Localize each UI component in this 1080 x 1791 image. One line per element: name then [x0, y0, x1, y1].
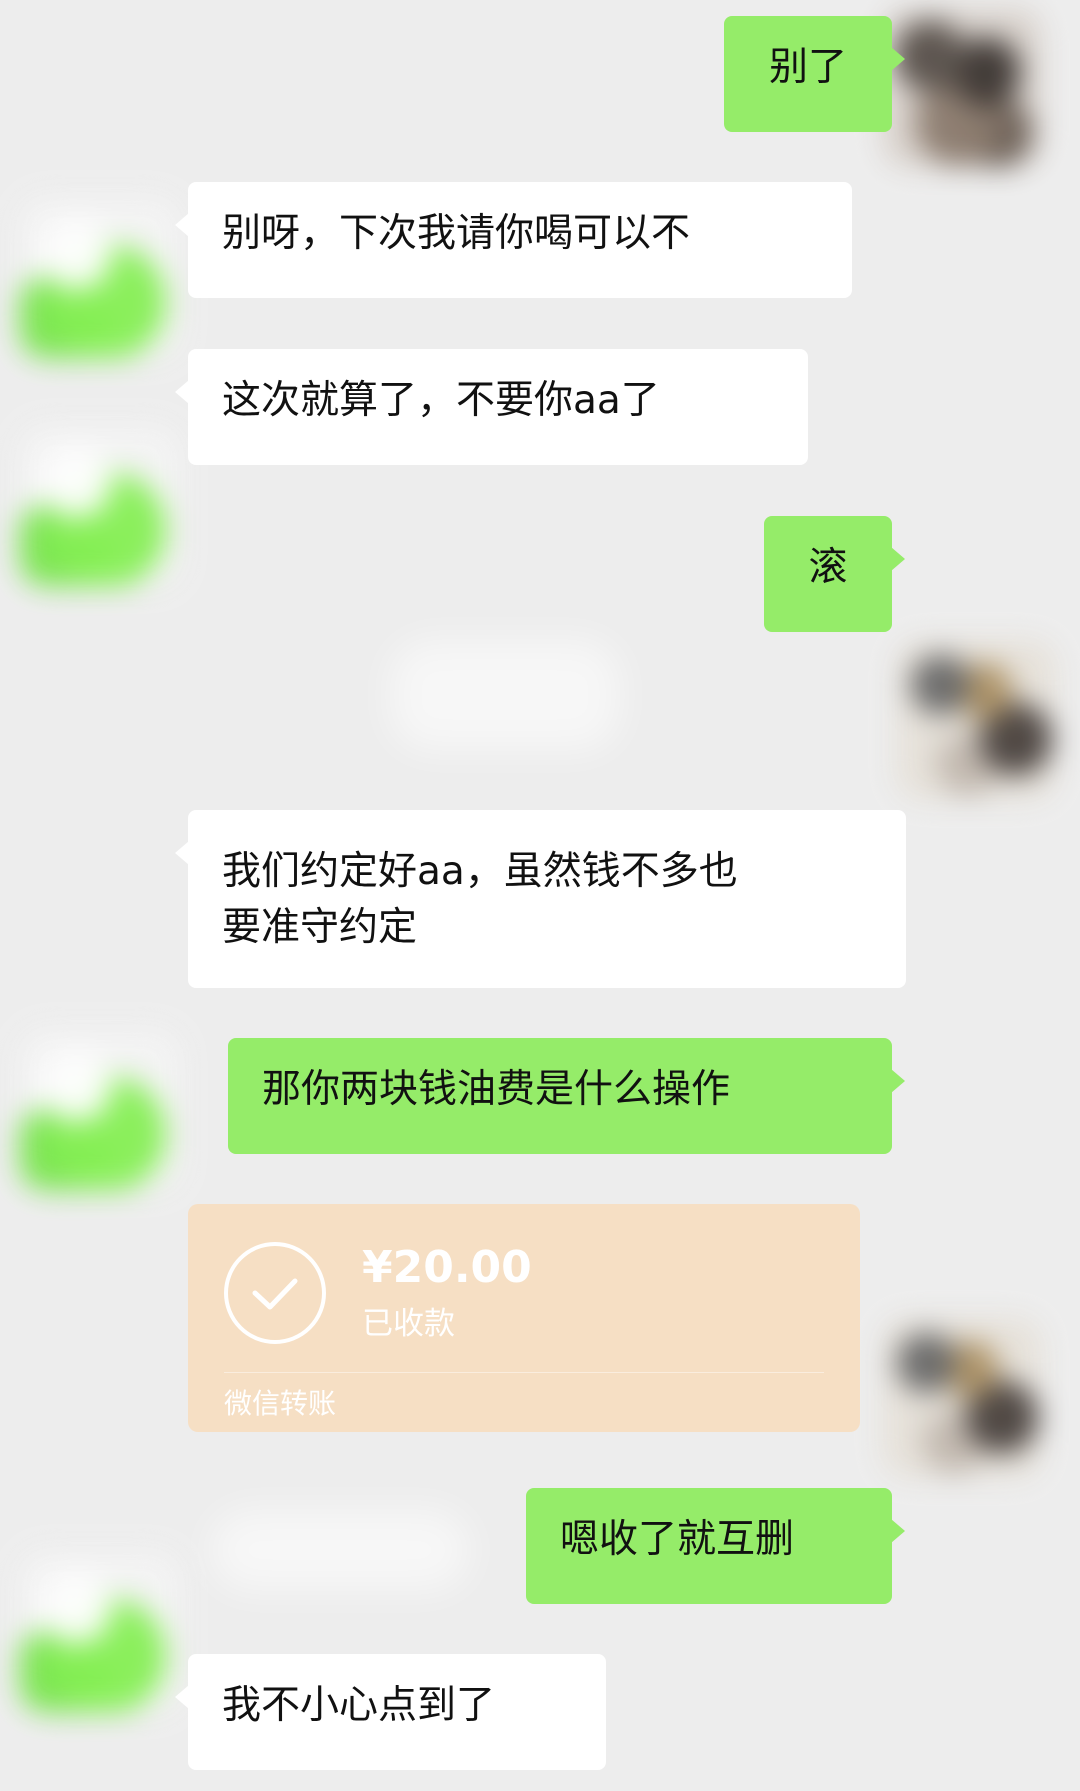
transfer-status: 已收款: [362, 1306, 455, 1342]
message-row: 我不小心点到了: [175, 1654, 606, 1770]
message-row: 别了: [724, 16, 905, 132]
message-bubble-mine[interactable]: 嗯收了就互删: [526, 1488, 905, 1604]
message-bubble-other[interactable]: 我们约定好aa，虽然钱不多也 要准守约定: [175, 810, 906, 988]
message-bubble-other[interactable]: 别呀，下次我请你喝可以不: [175, 182, 852, 298]
transfer-main: ¥20.00 已收款: [188, 1204, 860, 1372]
transfer-type-label: 微信转账: [224, 1387, 337, 1420]
transfer-amount: ¥20.00: [362, 1242, 532, 1293]
chat-screen: 别了 别呀，下次我请你喝可以不 这次就算了，不要你aa了 滚 我们约定好aa，虽…: [0, 0, 1080, 1791]
background-smear: [390, 640, 620, 750]
message-bubble-other[interactable]: 我不小心点到了: [175, 1654, 606, 1770]
contact-avatar[interactable]: [20, 1030, 180, 1190]
message-row: 这次就算了，不要你aa了: [175, 349, 808, 465]
user-avatar[interactable]: [882, 1318, 1042, 1478]
background-smear: [210, 1510, 470, 1590]
check-circle-icon: [224, 1242, 326, 1344]
transfer-divider: [224, 1372, 824, 1373]
message-bubble-mine[interactable]: 那你两块钱油费是什么操作: [228, 1038, 905, 1154]
message-bubble-mine[interactable]: 滚: [764, 516, 905, 632]
contact-avatar[interactable]: [20, 426, 180, 586]
message-bubble-other[interactable]: 这次就算了，不要你aa了: [175, 349, 808, 465]
message-row: 那你两块钱油费是什么操作: [228, 1038, 905, 1154]
contact-avatar[interactable]: [20, 1552, 180, 1712]
message-row: 嗯收了就互删: [526, 1488, 905, 1604]
message-row: 滚: [764, 516, 905, 632]
user-avatar[interactable]: [882, 8, 1042, 168]
wechat-transfer-card[interactable]: ¥20.00 已收款 微信转账: [188, 1204, 860, 1432]
message-bubble-mine[interactable]: 别了: [724, 16, 905, 132]
message-row: 别呀，下次我请你喝可以不: [175, 182, 852, 298]
contact-avatar[interactable]: [20, 198, 180, 358]
message-row: 我们约定好aa，虽然钱不多也 要准守约定: [175, 810, 906, 988]
user-avatar[interactable]: [896, 640, 1056, 800]
